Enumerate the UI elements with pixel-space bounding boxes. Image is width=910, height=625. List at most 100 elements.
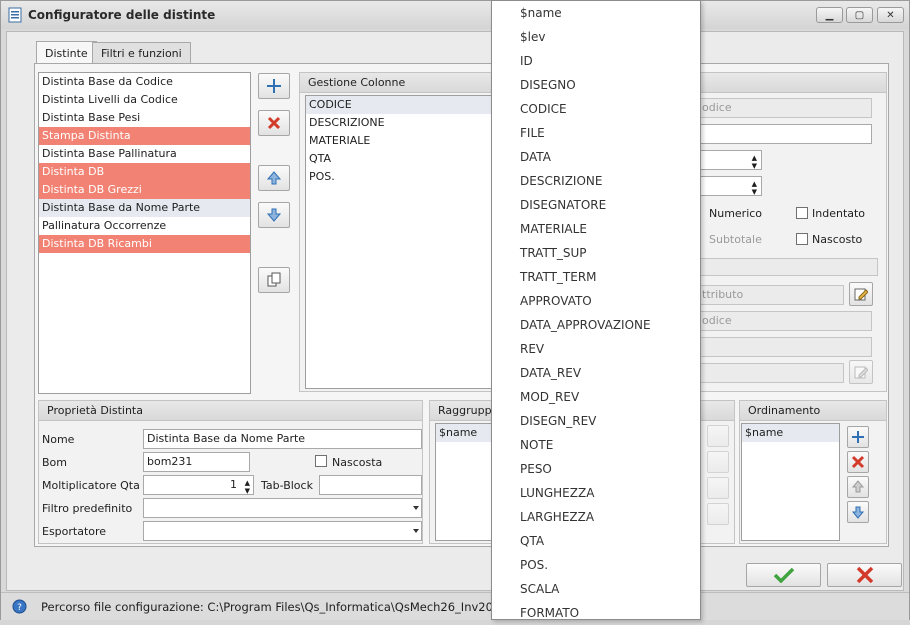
svg-text:?: ? bbox=[17, 603, 22, 613]
gestione-colonne-title: Gestione Colonne bbox=[300, 73, 491, 93]
copy-distinta-button[interactable] bbox=[258, 267, 290, 293]
dropdown-option[interactable]: APPROVATO bbox=[492, 289, 700, 313]
bom-input[interactable]: bom231 bbox=[143, 452, 250, 472]
spin-down-icon[interactable]: ▼ bbox=[752, 157, 757, 169]
content-area: Distinte Filtri e funzioni Distinta Base… bbox=[6, 31, 904, 591]
distinta-list-item[interactable]: Distinta DB Ricambi bbox=[39, 235, 250, 253]
filtro-label: Filtro predefinito bbox=[42, 502, 133, 515]
ordinamento-down-button[interactable] bbox=[847, 501, 869, 523]
nome-input[interactable]: Distinta Base da Nome Parte bbox=[143, 429, 422, 449]
distinta-list-item[interactable]: Distinta Base da Codice bbox=[39, 73, 250, 91]
dropdown-option[interactable]: $name bbox=[492, 1, 700, 25]
colonna-list-item[interactable]: DESCRIZIONE bbox=[306, 114, 494, 132]
colonna-spin-2[interactable]: ▲ ▼ bbox=[698, 176, 762, 196]
distinta-list-item[interactable]: Distinta DB Grezzi bbox=[39, 181, 250, 199]
moltiplicatore-input[interactable]: 1 ▲ ▼ bbox=[143, 475, 254, 495]
colonna-spin-1[interactable]: ▲ ▼ bbox=[698, 150, 762, 170]
dropdown-option[interactable]: DATA_REV bbox=[492, 361, 700, 385]
dropdown-option[interactable]: MATERIALE bbox=[492, 217, 700, 241]
ok-button[interactable] bbox=[746, 563, 821, 587]
colonna-field-3[interactable] bbox=[698, 337, 872, 357]
edit-disabled-button[interactable] bbox=[849, 360, 873, 384]
dropdown-option[interactable]: CODICE bbox=[492, 97, 700, 121]
dropdown-option[interactable]: LARGHEZZA bbox=[492, 505, 700, 529]
help-icon[interactable]: ? bbox=[12, 599, 27, 614]
dropdown-option[interactable]: DATA_APPROVAZIONE bbox=[492, 313, 700, 337]
dropdown-option[interactable]: SCALA bbox=[492, 577, 700, 601]
dropdown-option[interactable]: MOD_REV bbox=[492, 385, 700, 409]
ordinamento-up-button[interactable] bbox=[847, 476, 869, 498]
colonna-list-item[interactable]: MATERIALE bbox=[306, 132, 494, 150]
move-down-button[interactable] bbox=[258, 202, 290, 228]
colonna-list-item[interactable]: CODICE bbox=[306, 96, 494, 114]
raggruppamento-delete-button[interactable] bbox=[707, 451, 729, 473]
filtro-select[interactable] bbox=[143, 498, 422, 518]
dropdown-option[interactable]: FORMATO bbox=[492, 601, 700, 625]
chevron-down-icon bbox=[413, 529, 419, 533]
minimize-button[interactable]: ▁ bbox=[816, 7, 843, 23]
dropdown-option[interactable]: REV bbox=[492, 337, 700, 361]
raggruppamento-add-button[interactable] bbox=[707, 425, 729, 447]
ordinamento-list[interactable]: $name bbox=[741, 423, 840, 541]
dropdown-option[interactable]: NOTE bbox=[492, 433, 700, 457]
dropdown-option[interactable]: FILE bbox=[492, 121, 700, 145]
ordinamento-add-button[interactable] bbox=[847, 426, 869, 448]
dropdown-option[interactable]: DISEGNO bbox=[492, 73, 700, 97]
distinte-list[interactable]: Distinta Base da Codice Distinta Livelli … bbox=[38, 72, 251, 394]
esportatore-label: Esportatore bbox=[42, 525, 107, 538]
colonna-list-item[interactable]: QTA bbox=[306, 150, 494, 168]
dropdown-option[interactable]: DISEGN_REV bbox=[492, 409, 700, 433]
distinta-list-item[interactable]: Stampa Distinta bbox=[39, 127, 250, 145]
edit-attributo-button[interactable] bbox=[849, 282, 873, 306]
arrow-up-icon bbox=[851, 480, 865, 493]
dropdown-option[interactable]: PESO bbox=[492, 457, 700, 481]
ordinamento-item[interactable]: $name bbox=[742, 424, 839, 442]
nascosta-checkbox[interactable] bbox=[315, 455, 327, 467]
dropdown-option[interactable]: POS. bbox=[492, 553, 700, 577]
dropdown-option[interactable]: LUNGHEZZA bbox=[492, 481, 700, 505]
tab-block-label: Tab-Block bbox=[261, 479, 313, 492]
dropdown-option[interactable]: $lev bbox=[492, 25, 700, 49]
colonna-field-4[interactable] bbox=[698, 363, 844, 383]
dropdown-option[interactable]: DATA bbox=[492, 145, 700, 169]
move-up-button[interactable] bbox=[258, 165, 290, 191]
cancel-button[interactable] bbox=[827, 563, 902, 587]
spin-down-icon[interactable]: ▼ bbox=[752, 183, 757, 195]
distinta-list-item[interactable]: Distinta Base Pallinatura bbox=[39, 145, 250, 163]
delete-distinta-button[interactable] bbox=[258, 110, 290, 136]
dropdown-option[interactable]: TRATT_SUP bbox=[492, 241, 700, 265]
dropdown-option[interactable]: TRATT_TERM bbox=[492, 265, 700, 289]
distinta-list-item[interactable]: Distinta DB bbox=[39, 163, 250, 181]
colonna-field-2[interactable] bbox=[698, 124, 872, 144]
close-window-button[interactable]: ✕ bbox=[877, 7, 904, 23]
esportatore-select[interactable] bbox=[143, 521, 422, 541]
tab-block-input[interactable] bbox=[319, 475, 422, 495]
dropdown-option[interactable]: QTA bbox=[492, 529, 700, 553]
codice-field[interactable]: odice bbox=[698, 311, 872, 331]
column-dropdown-list[interactable]: $name $lev ID DISEGNO CODICE FILE DATA DESCRIZI… bbox=[491, 0, 701, 620]
dropdown-option[interactable]: ID bbox=[492, 49, 700, 73]
dropdown-option[interactable]: DESCRIZIONE bbox=[492, 169, 700, 193]
attributo-field[interactable]: ttributo bbox=[698, 285, 844, 305]
spin-down-icon[interactable]: ▼ bbox=[245, 482, 250, 494]
distinta-list-item[interactable]: Pallinatura Occorrenze bbox=[39, 217, 250, 235]
colonne-list[interactable]: CODICE DESCRIZIONE MATERIALE QTA POS. bbox=[305, 95, 495, 389]
colonna-list-item[interactable]: POS. bbox=[306, 168, 494, 186]
ordinamento-delete-button[interactable] bbox=[847, 451, 869, 473]
raggruppamento-down-button[interactable] bbox=[707, 503, 729, 525]
distinta-list-item[interactable]: Distinta Livelli da Codice bbox=[39, 91, 250, 109]
distinta-list-item[interactable]: Distinta Base da Nome Parte bbox=[39, 199, 250, 217]
distinta-list-item[interactable]: Distinta Base Pesi bbox=[39, 109, 250, 127]
subtotale-label: Subtotale bbox=[709, 233, 762, 246]
add-distinta-button[interactable] bbox=[258, 73, 290, 99]
tab-distinte[interactable]: Distinte bbox=[36, 41, 97, 64]
maximize-button[interactable]: ▢ bbox=[846, 7, 873, 23]
indentato-checkbox[interactable] bbox=[796, 207, 808, 219]
gestione-colonne-group: Gestione Colonne CODICE DESCRIZIONE MATERI… bbox=[299, 72, 495, 392]
tab-filtri-funzioni[interactable]: Filtri e funzioni bbox=[92, 42, 191, 63]
checkmark-icon bbox=[773, 567, 794, 583]
raggruppamento-up-button[interactable] bbox=[707, 477, 729, 499]
colonna-field-1[interactable]: odice bbox=[698, 98, 872, 118]
dropdown-option[interactable]: DISEGNATORE bbox=[492, 193, 700, 217]
nascosto-checkbox[interactable] bbox=[796, 233, 808, 245]
